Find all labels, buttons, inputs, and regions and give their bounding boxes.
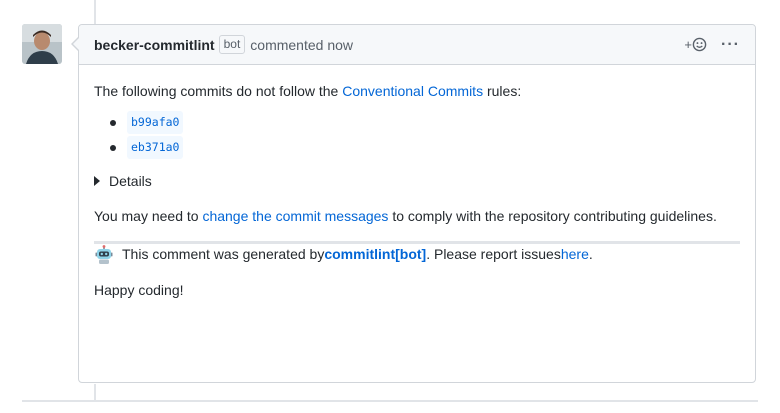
footer-end: .	[588, 246, 593, 262]
commit-sha-link[interactable]: eb371a0	[127, 136, 184, 159]
timeline-divider	[22, 400, 758, 402]
details-label: Details	[109, 172, 152, 189]
comment-body: The following commits do not follow the …	[79, 65, 755, 301]
commit-list: b99afa0 eb371a0	[94, 110, 740, 160]
conventional-commits-link[interactable]: Conventional Commits	[342, 83, 483, 99]
timeline-line	[94, 384, 96, 400]
disclosure-triangle-icon	[94, 176, 100, 186]
bot-badge: bot	[218, 35, 246, 54]
report-issues-here-link[interactable]: here	[561, 244, 589, 265]
details-toggle[interactable]: Details	[94, 169, 740, 193]
robot-icon	[95, 244, 113, 264]
list-item: eb371a0	[94, 135, 740, 160]
bullet	[110, 144, 116, 151]
plus-label: +	[684, 37, 693, 52]
comment-header: becker-commitlint bot commented now + ··…	[79, 25, 755, 65]
change-commit-messages-link[interactable]: change the commit messages	[202, 208, 388, 224]
add-reaction-button[interactable]: +	[684, 37, 707, 52]
intro-prefix: The following commits do not follow the	[94, 83, 343, 99]
para2-suffix: to comply with the repository contributi…	[388, 208, 717, 224]
footer-mid: . Please report issues	[426, 246, 561, 262]
more-options-button[interactable]: ···	[721, 36, 740, 52]
smiley-icon	[692, 37, 707, 52]
para2-prefix: You may need to	[94, 208, 203, 224]
closing-text: Happy coding!	[94, 282, 184, 298]
footer-paragraph: This comment was generated by commitlint…	[94, 244, 740, 265]
footer-prefix: This comment was generated by	[122, 246, 325, 262]
commit-sha-link[interactable]: b99afa0	[127, 111, 184, 134]
avatar[interactable]	[22, 24, 62, 64]
bullet	[110, 119, 116, 126]
timeline-line	[94, 0, 96, 24]
intro-paragraph: The following commits do not follow the …	[94, 81, 740, 102]
list-item: b99afa0	[94, 110, 740, 135]
comment-box: becker-commitlint bot commented now + ··…	[71, 24, 756, 383]
intro-suffix: rules:	[483, 83, 522, 99]
commitlint-bot-link[interactable]: commitlint[bot]	[324, 244, 426, 265]
timestamp-text[interactable]: commented now	[250, 37, 353, 53]
guidance-paragraph: You may need to change the commit messag…	[94, 206, 740, 227]
author-link[interactable]: becker-commitlint	[94, 37, 215, 53]
header-actions: + ···	[684, 36, 740, 52]
